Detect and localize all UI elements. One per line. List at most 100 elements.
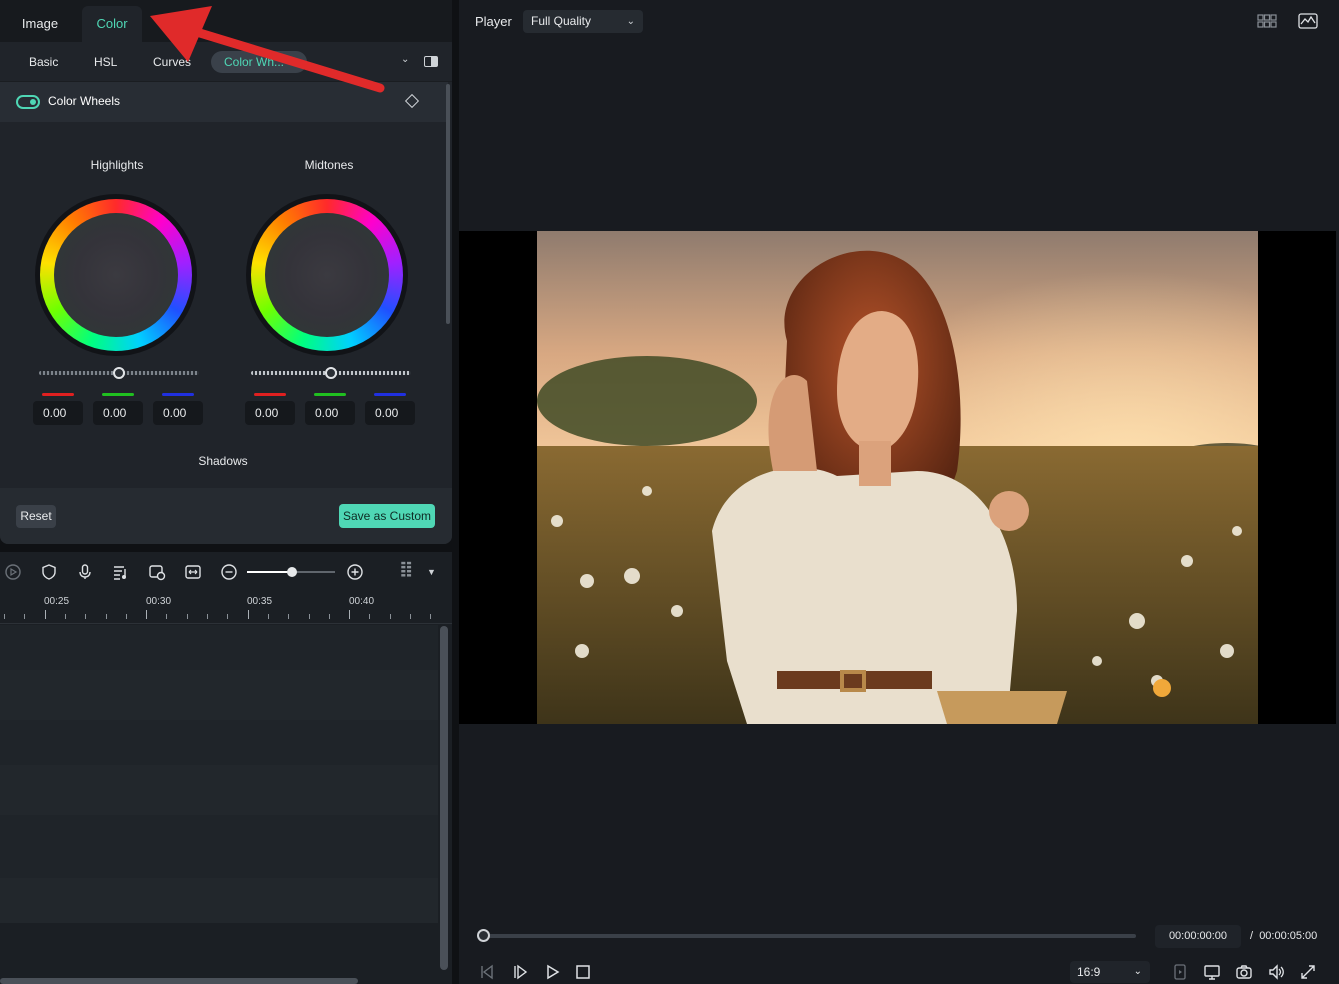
highlights-label: Highlights	[90, 158, 144, 172]
chevron-down-icon: ⌄	[1133, 966, 1142, 977]
microphone-icon[interactable]	[76, 563, 94, 581]
ruler-tick	[4, 614, 5, 619]
timeline-track[interactable]	[0, 720, 438, 765]
highlights-green-indicator	[102, 393, 134, 396]
tab-image[interactable]: Image	[10, 6, 70, 42]
previous-frame-icon[interactable]	[478, 963, 496, 981]
highlights-hue-ring	[40, 199, 192, 351]
timeline-track[interactable]	[0, 765, 438, 815]
audio-list-icon[interactable]	[112, 563, 130, 581]
ruler-tick	[227, 614, 229, 619]
quality-value: Full Quality	[531, 14, 592, 28]
compare-view-icon[interactable]	[424, 56, 438, 67]
highlights-blue-input[interactable]: 0.00	[153, 401, 203, 425]
midtones-blue-input[interactable]: 0.00	[365, 401, 415, 425]
highlights-green-input[interactable]: 0.00	[93, 401, 143, 425]
midtones-green-input[interactable]: 0.00	[305, 401, 355, 425]
highlights-wheel-center	[54, 213, 178, 337]
ruler-tick	[247, 610, 249, 619]
next-frame-icon[interactable]	[511, 963, 529, 981]
subtab-color-wheels[interactable]: Color Wh...	[211, 51, 307, 73]
panel-scrollbar[interactable]	[446, 84, 450, 324]
total-duration: / 00:00:05:00	[1250, 930, 1317, 942]
subtab-hsl[interactable]: HSL	[94, 51, 117, 73]
playback-progress-track[interactable]	[484, 934, 1136, 938]
play-icon[interactable]	[543, 963, 561, 981]
playhead-knob[interactable]	[477, 929, 490, 942]
ruler-tick	[288, 614, 290, 619]
zoom-out-icon[interactable]	[220, 563, 238, 581]
midtones-wheel[interactable]	[246, 194, 408, 356]
timeline-track[interactable]	[0, 625, 438, 670]
ruler-label: 00:35	[247, 596, 273, 607]
shadows-label: Shadows	[198, 454, 248, 468]
subtab-basic[interactable]: Basic	[29, 51, 58, 73]
ruler-tick	[267, 614, 269, 619]
time-separator: /	[1250, 930, 1254, 942]
chevron-down-icon[interactable]: ⌄	[401, 54, 409, 65]
ruler-tick	[389, 614, 391, 619]
snapshot-camera-icon[interactable]	[1235, 963, 1253, 981]
render-preview-icon[interactable]	[1171, 963, 1189, 981]
aspect-ratio-dropdown[interactable]: 16:9 ⌄	[1070, 961, 1150, 983]
midtones-label: Midtones	[304, 158, 354, 172]
player-header: Player Full Quality ⌄	[459, 0, 1339, 42]
fullscreen-icon[interactable]	[1299, 963, 1317, 981]
subtab-curves[interactable]: Curves	[153, 51, 191, 73]
color-wheels-header: Color Wheels	[0, 82, 448, 122]
timeline-track[interactable]	[0, 878, 438, 923]
highlights-wheel[interactable]	[35, 194, 197, 356]
midtones-red-input[interactable]: 0.00	[245, 401, 295, 425]
ruler-tick	[328, 614, 330, 619]
highlights-red-input[interactable]: 0.00	[33, 401, 83, 425]
aspect-ratio-value: 16:9	[1077, 965, 1101, 979]
play-circle-icon[interactable]	[4, 563, 22, 581]
current-time[interactable]: 00:00:00:00	[1155, 925, 1241, 948]
timeline-ruler[interactable]: 00:25 00:30 00:35 00:40	[0, 592, 452, 624]
display-icon[interactable]	[1203, 963, 1221, 981]
ruler-tick	[105, 614, 107, 619]
sub-tabs: Basic HSL Curves Color Wh... ⌄	[0, 42, 452, 82]
ruler-tick	[410, 614, 411, 619]
highlights-slider-knob[interactable]	[113, 367, 125, 379]
ruler-tick	[308, 614, 310, 619]
volume-icon[interactable]	[1267, 963, 1285, 981]
save-as-custom-button[interactable]: Save as Custom	[339, 504, 435, 528]
shield-icon[interactable]	[40, 563, 58, 581]
video-preview-image[interactable]	[537, 231, 1258, 724]
grid-view-icon[interactable]	[1257, 12, 1277, 30]
midtones-green-indicator	[314, 393, 346, 396]
ruler-tick	[166, 614, 168, 619]
zoom-in-icon[interactable]	[346, 563, 364, 581]
editor-root: Image Color Basic HSL Curves Color Wh...…	[0, 0, 1339, 984]
reset-button[interactable]: Reset	[16, 505, 56, 528]
tab-color[interactable]: Color	[82, 6, 142, 42]
ruler-tick	[24, 614, 26, 619]
keyframe-diamond-icon[interactable]	[404, 93, 420, 109]
waveform-monitor-icon[interactable]	[1298, 12, 1318, 30]
ruler-tick	[430, 614, 432, 619]
highlights-red-indicator	[42, 393, 74, 396]
fit-width-icon[interactable]	[184, 563, 202, 581]
ruler-tick	[369, 614, 371, 619]
section-title: Color Wheels	[48, 94, 121, 108]
zoom-slider-knob[interactable]	[287, 567, 297, 577]
replace-media-icon[interactable]	[148, 563, 166, 581]
quality-dropdown[interactable]: Full Quality ⌄	[523, 10, 643, 33]
panel-divider[interactable]	[452, 0, 459, 984]
ruler-tick	[207, 614, 208, 619]
grid-layout-icon[interactable]	[398, 561, 416, 579]
timeline-track[interactable]	[0, 670, 438, 720]
color-wheels-toggle[interactable]	[16, 95, 40, 109]
timeline-track[interactable]	[0, 815, 438, 878]
color-panel: Image Color Basic HSL Curves Color Wh...…	[0, 0, 452, 544]
top-tabs: Image Color	[0, 0, 452, 42]
midtones-hue-ring	[251, 199, 403, 351]
ruler-tick	[186, 614, 188, 619]
midtones-slider-knob[interactable]	[325, 367, 337, 379]
timeline-vertical-scrollbar[interactable]	[440, 626, 448, 970]
caret-down-icon[interactable]: ▼	[427, 567, 436, 577]
ruler-tick	[349, 610, 351, 619]
timeline-horizontal-scrollbar[interactable]	[0, 978, 358, 984]
stop-icon[interactable]	[574, 963, 592, 981]
